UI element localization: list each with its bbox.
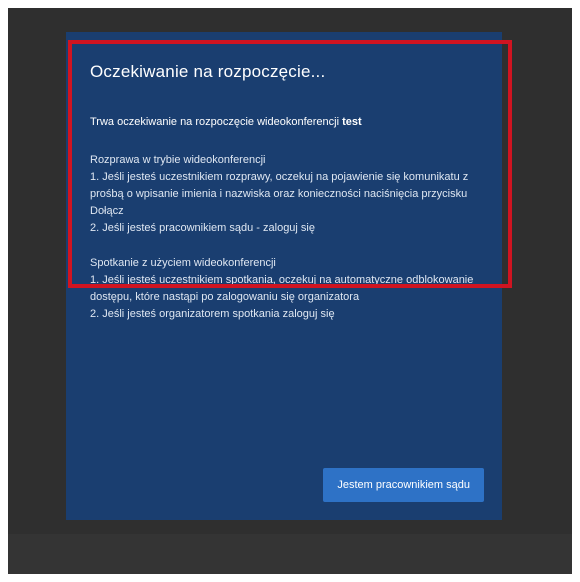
hearing-step-2: 2. Jeśli jesteś pracownikiem sądu - zalo… <box>90 222 315 234</box>
meeting-heading: Spotkanie z użyciem wideokonferencji <box>90 257 276 269</box>
hearing-step-1: 1. Jeśli jesteś uczestnikiem rozprawy, o… <box>90 171 469 217</box>
hearing-instructions: Rozprawa w trybie wideokonferencji 1. Je… <box>90 152 478 237</box>
meeting-step-2: 2. Jeśli jesteś organizatorem spotkania … <box>90 308 335 320</box>
backdrop-footer <box>8 534 572 574</box>
waiting-status: Trwa oczekiwanie na rozpoczęcie wideokon… <box>90 116 478 128</box>
waiting-dialog: Oczekiwanie na rozpoczęcie... Trwa oczek… <box>66 32 502 520</box>
dialog-title: Oczekiwanie na rozpoczęcie... <box>90 62 326 81</box>
hearing-heading: Rozprawa w trybie wideokonferencji <box>90 154 266 166</box>
meeting-name: test <box>342 116 362 128</box>
meeting-step-1: 1. Jeśli jesteś uczestnikiem spotkania, … <box>90 274 474 303</box>
meeting-instructions: Spotkanie z użyciem wideokonferencji 1. … <box>90 255 478 323</box>
waiting-status-text: Trwa oczekiwanie na rozpoczęcie wideokon… <box>90 116 340 128</box>
court-employee-button[interactable]: Jestem pracownikiem sądu <box>323 468 484 502</box>
